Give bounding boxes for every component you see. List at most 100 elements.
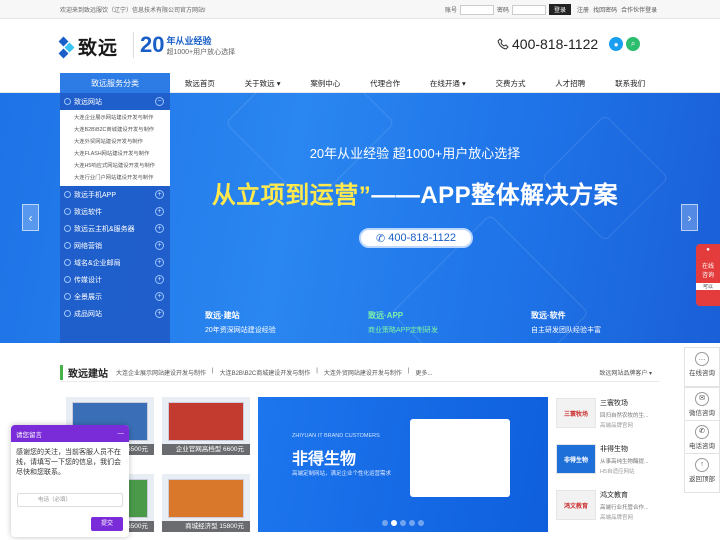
- nav-contact[interactable]: 联系我们: [615, 78, 645, 89]
- feature-website: 致远·建站 20年资深网站建设经验: [205, 311, 276, 334]
- divider: |: [316, 367, 318, 374]
- banner-subtitle: 20年从业经验 超1000+用户放心选择: [309, 146, 521, 161]
- banner-prev-arrow[interactable]: ‹: [22, 204, 39, 231]
- sidebar-submenu: 大连企业展示网站建设开发与制作 大连B2B\B2C商城建设开发与制作 大连外贸网…: [60, 110, 170, 186]
- submenu-link[interactable]: 大连企业展示网站建设开发与制作: [74, 112, 170, 124]
- mobile-icon: [64, 191, 71, 198]
- minimize-icon[interactable]: —: [118, 430, 125, 437]
- sidebar-item-app[interactable]: 致远手机APP +: [60, 186, 170, 203]
- nav-jobs[interactable]: 人才招聘: [555, 78, 585, 89]
- device-mockup: [410, 419, 510, 497]
- top-bar: 欢迎来到致远服饮（辽宁）信息技术有限公司官方网站! 账号 密码 登录 注册 找回…: [0, 0, 720, 19]
- expand-icon: +: [155, 292, 164, 301]
- online-consult-tab[interactable]: ● 在线 咨询 可以: [696, 244, 720, 306]
- sidebar-item-software[interactable]: 致远软件 +: [60, 203, 170, 220]
- banner-phone-button[interactable]: ✆ 400-818-1122: [359, 228, 473, 248]
- submenu-link[interactable]: 大连FLASH网站建设开发与制作: [74, 148, 170, 160]
- brand-list: 三寰牧场 三寰牧场 回归自然农牧的生... 高端品牌官网 非得生物 非得生物 从事高纯…: [556, 392, 660, 530]
- login-button[interactable]: 登录: [549, 4, 572, 15]
- sidebar-item-templates[interactable]: 成品网站 +: [60, 305, 170, 322]
- featured-case-en: ZHIYUAN IT BRAND CUSTOMERS: [292, 433, 380, 439]
- online-consult-button[interactable]: … 在线咨询: [684, 347, 720, 387]
- feature-app: 致远·APP 商业策略APP定制研发: [368, 311, 439, 334]
- expand-icon: +: [155, 207, 164, 216]
- phone-icon: [497, 38, 509, 50]
- brand-clients-dropdown[interactable]: 致远网站品牌客户 ▾: [599, 368, 652, 377]
- header-phone-number: 400-818-1122: [512, 36, 599, 52]
- case-card[interactable]: 企业官网高档型 6600元: [162, 397, 250, 455]
- submenu-link[interactable]: 大连H5响应式网站建设开发与制作: [74, 160, 170, 172]
- password-input[interactable]: [512, 4, 547, 15]
- section-link[interactable]: 大连企业展示网站建设开发与制作: [116, 368, 206, 377]
- register-link[interactable]: 注册: [577, 5, 589, 14]
- submenu-link[interactable]: 大连外贸网站建设开发与制作: [74, 136, 170, 148]
- carousel-dots[interactable]: [258, 520, 548, 526]
- search-icon[interactable]: ⌕: [626, 37, 641, 51]
- design-icon: [64, 276, 71, 283]
- nav-payment[interactable]: 交费方式: [496, 78, 526, 89]
- brand-item[interactable]: 三寰牧场 三寰牧场 回归自然农牧的生... 高端品牌官网: [556, 392, 660, 438]
- service-category-button[interactable]: 致远服务分类: [60, 73, 170, 93]
- template-icon: [64, 310, 71, 317]
- chat-submit-button[interactable]: 提交: [91, 517, 123, 531]
- banner-next-arrow[interactable]: ›: [681, 204, 698, 231]
- sidebar-item-marketing[interactable]: 网络营销 +: [60, 237, 170, 254]
- submenu-link[interactable]: 大连B2B\B2C商城建设开发与制作: [74, 124, 170, 136]
- software-icon: [64, 208, 71, 215]
- banner-phone-number: 400-818-1122: [388, 232, 456, 244]
- section-header: 致远建站 大连企业展示网站建设开发与制作 | 大连B2B\B2C商城建设开发与制…: [60, 363, 660, 382]
- marketing-icon: [64, 242, 71, 249]
- expand-icon: +: [155, 190, 164, 199]
- partner-login-link[interactable]: 合作伙伴登录: [621, 5, 657, 14]
- logo[interactable]: 致远: [58, 33, 119, 60]
- expand-icon: +: [155, 309, 164, 318]
- section-link[interactable]: 大连外贸网站建设开发与制作: [324, 368, 402, 377]
- brand-logo: 三寰牧场: [556, 398, 596, 428]
- sidebar-item-website[interactable]: 致远网站 −: [60, 93, 170, 110]
- collapse-icon: −: [155, 97, 164, 106]
- chat-phone-input[interactable]: 电话（必填）: [17, 493, 123, 507]
- nav-agency[interactable]: 代理合作: [370, 78, 400, 89]
- feature-software: 致远·软件 自主研发团队经验丰富: [531, 311, 601, 334]
- wechat-icon[interactable]: ●: [609, 37, 624, 51]
- section-link[interactable]: 大连B2B\B2C商城建设开发与制作: [220, 368, 311, 377]
- chat-header: 请您留言 —: [11, 425, 129, 442]
- domain-icon: [64, 259, 71, 266]
- more-link[interactable]: 更多...: [415, 368, 432, 377]
- brand-item[interactable]: 鸿文教育 鸿文教育 高端行业托管合作... 高端品牌官网: [556, 484, 660, 530]
- logo-text: 致远: [78, 37, 119, 59]
- sidebar-item-panorama[interactable]: 全景展示 +: [60, 288, 170, 305]
- panorama-icon: [64, 293, 71, 300]
- password-label: 密码: [497, 8, 510, 14]
- divider: |: [212, 367, 214, 374]
- nav-online[interactable]: 在线开通 ▾: [430, 78, 466, 89]
- slogan-line1: 年从业经验: [166, 35, 212, 46]
- nav-home[interactable]: 致远首页: [185, 78, 215, 89]
- sidebar-item-domain[interactable]: 域名&企业邮局 +: [60, 254, 170, 271]
- login-form: 账号 密码 登录 注册 找回密码 合作伙伴登录: [445, 4, 657, 15]
- expand-icon: +: [155, 224, 164, 233]
- nav-cases[interactable]: 案例中心: [310, 78, 340, 89]
- find-password-link[interactable]: 找回密码: [593, 5, 617, 14]
- case-card[interactable]: 商城经济型 15800元: [162, 474, 250, 532]
- featured-case-title: 非得生物: [292, 451, 357, 468]
- featured-case-desc: 高端定制网站，满足企业个性化运营需求: [292, 471, 392, 477]
- sidebar-item-cloud[interactable]: 致远云主机&服务器 +: [60, 220, 170, 237]
- cloud-icon: [64, 225, 71, 232]
- back-to-top-button[interactable]: ↑ 返回顶部: [684, 453, 720, 493]
- phone-icon: ✆: [695, 425, 709, 439]
- banner-headline: 从立项到运营”——APP整体解决方案: [211, 182, 619, 209]
- featured-case[interactable]: ZHIYUAN IT BRAND CUSTOMERS 非得生物 高端定制网站，满…: [258, 397, 548, 532]
- nav-about[interactable]: 关于致远 ▾: [245, 78, 281, 89]
- slogan: 20 年从业经验 超1000+用户放心选择: [133, 32, 235, 58]
- brand-item[interactable]: 非得生物 非得生物 从事高纯生物酶提... H5自适应网站: [556, 438, 660, 484]
- sidebar-item-design[interactable]: 传媒设计 +: [60, 271, 170, 288]
- chevron-down-icon: ▾: [461, 78, 466, 88]
- main-nav: 致远服务分类 致远首页 关于致远 ▾ 案例中心 代理合作 在线开通 ▾ 交费方式…: [0, 73, 720, 93]
- welcome-text: 欢迎来到致远服饮（辽宁）信息技术有限公司官方网站!: [60, 8, 206, 14]
- submenu-link[interactable]: 大连行业门户网站建设开发与制作: [74, 172, 170, 184]
- logo-mark-icon: [58, 36, 75, 58]
- chevron-down-icon: ▾: [276, 78, 281, 88]
- username-input[interactable]: [460, 4, 495, 15]
- expand-icon: +: [155, 241, 164, 250]
